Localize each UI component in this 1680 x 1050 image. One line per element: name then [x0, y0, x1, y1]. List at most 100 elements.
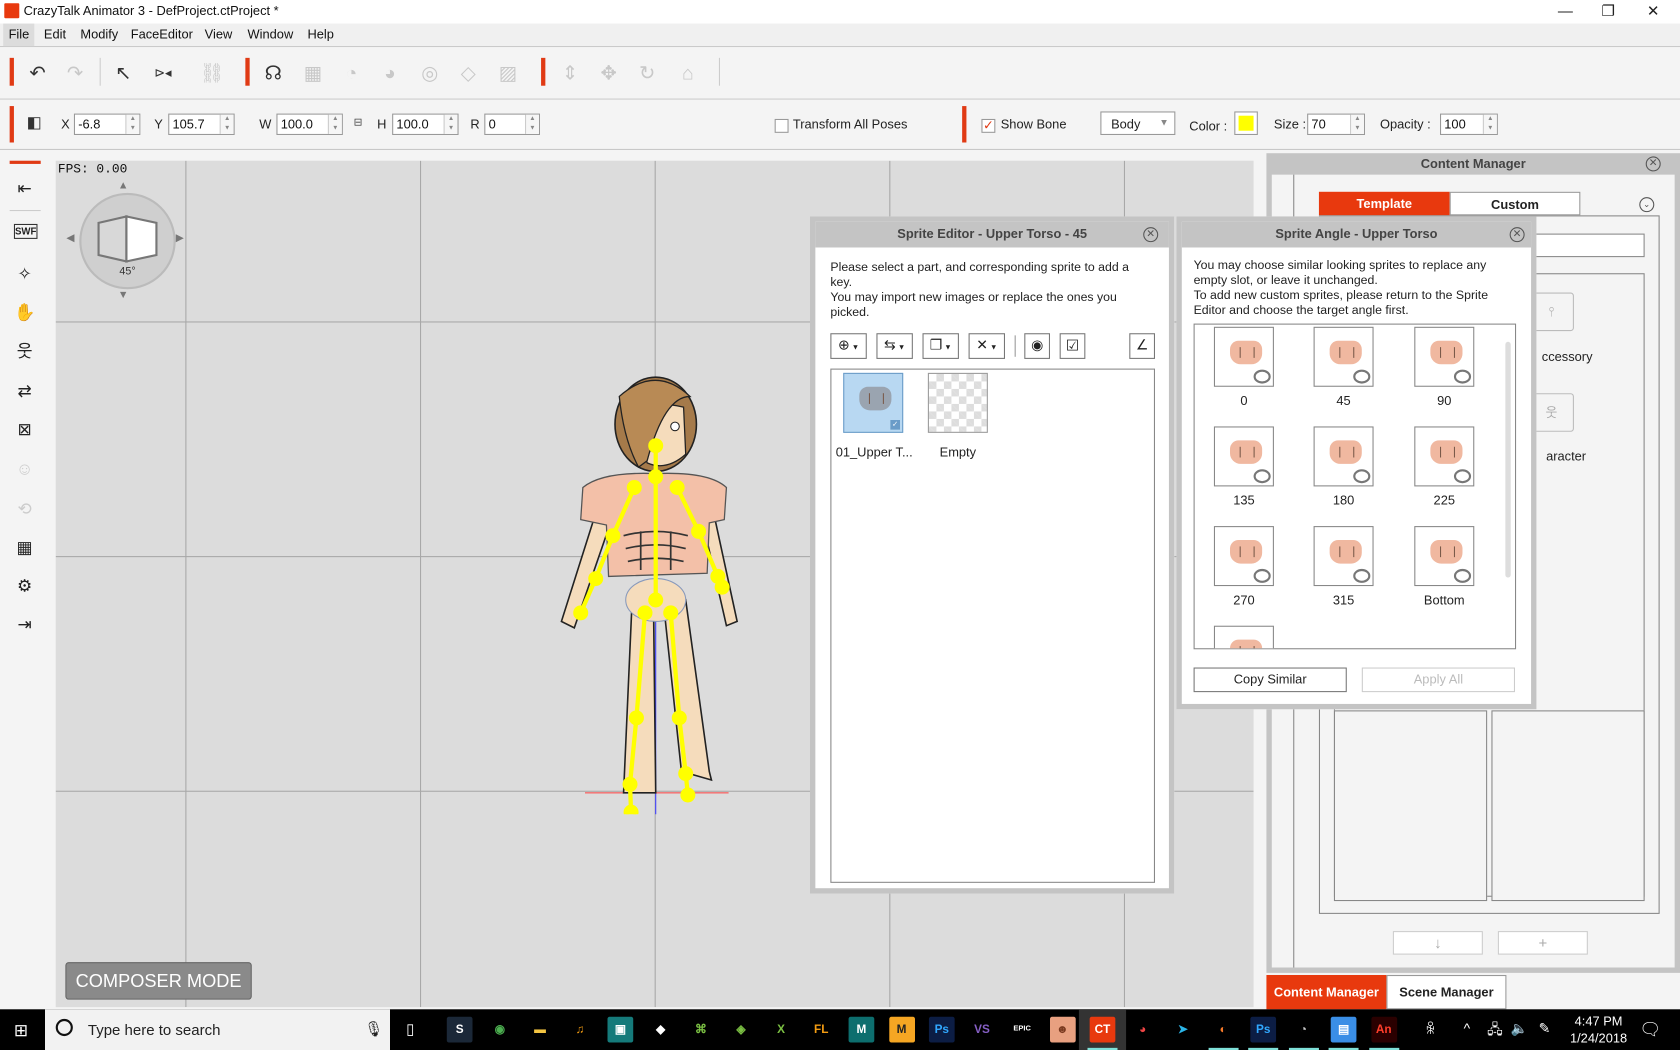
composer-mode-button[interactable]: COMPOSER MODE [65, 962, 252, 1000]
menu-faceeditor[interactable]: FaceEditor [125, 24, 198, 47]
character-folder-label[interactable]: aracter [1546, 449, 1586, 464]
duplicate-sprite-button[interactable]: ❐ ▼ [922, 333, 959, 359]
move-icon[interactable]: ✥ [596, 60, 622, 86]
sprite-grid-icon[interactable]: ▦ [11, 537, 39, 561]
steam-icon[interactable]: S [446, 1016, 473, 1043]
head-grid-icon[interactable]: ☺ [11, 459, 39, 483]
head-profile-icon[interactable]: ◔ [339, 60, 365, 86]
task-view-icon[interactable]: ▯ [406, 1020, 414, 1038]
opacity-stepper[interactable]: ▲ ▼ [1482, 114, 1497, 134]
animate-icon[interactable]: An [1368, 1016, 1399, 1050]
sprite-editor-close-icon[interactable]: ✕ [1143, 227, 1159, 243]
angle-settings-button[interactable]: ∠ [1129, 333, 1156, 359]
content-manager-close-icon[interactable]: ✕ [1645, 156, 1661, 172]
replace-sprite-button[interactable]: ⇆ ▼ [876, 333, 913, 359]
gamepad-app-icon[interactable]: ⌘ [687, 1016, 714, 1043]
photoshop-icon[interactable]: Ps [928, 1016, 955, 1043]
target-app-icon[interactable]: ◈ [728, 1016, 754, 1043]
rotate-down-icon[interactable]: ▼ [118, 289, 129, 301]
apply-all-button[interactable]: Apply All [1361, 667, 1516, 693]
rotate-left-icon[interactable]: ◀ [66, 233, 74, 245]
import-icon[interactable]: ⇥ [11, 614, 39, 638]
home-icon[interactable]: ⌂ [675, 60, 701, 86]
download-button[interactable]: ↓ [1392, 931, 1483, 955]
volume-icon[interactable]: 🔈 [1511, 1020, 1528, 1037]
eye-icon[interactable]: ◎ [417, 60, 443, 86]
magic-wand-icon[interactable]: ✧ [11, 264, 39, 288]
lock-ratio-icon[interactable]: ⊟ [354, 117, 363, 129]
face-puppet-icon[interactable]: ▦ [300, 60, 326, 86]
angle-slot-270[interactable] [1213, 526, 1274, 587]
unity-icon[interactable]: ◆ [647, 1016, 674, 1043]
menu-window[interactable]: Window [242, 24, 298, 47]
audio-app-icon[interactable]: ♫ [567, 1016, 594, 1043]
face-mask-icon[interactable]: ▨ [495, 60, 521, 86]
angle-slot-135[interactable] [1213, 426, 1274, 487]
flip-icon[interactable]: ⊳◂ [150, 60, 176, 86]
face-key-icon[interactable]: ☊ [260, 60, 286, 86]
rotate-sprite-icon[interactable]: ⟲ [11, 498, 39, 522]
tab-custom[interactable]: Custom [1449, 191, 1581, 216]
h-input[interactable]: 100.0 ▲ ▼ [392, 113, 459, 136]
pen-icon[interactable]: ✎ [1539, 1020, 1551, 1037]
mask-pattern-icon[interactable]: ⊠ [11, 419, 39, 443]
face-app-icon[interactable]: ☻ [1049, 1016, 1076, 1043]
x-input[interactable]: -6.8 ▲ ▼ [73, 113, 141, 136]
taskbar-search-box[interactable]: Type here to search 🎙 [45, 1009, 391, 1050]
tray-expand-icon[interactable]: ^ [1464, 1020, 1471, 1036]
rotate-icon[interactable]: ↻ [634, 60, 660, 86]
menu-view[interactable]: View [199, 24, 237, 47]
size-stepper[interactable]: ▲ ▼ [1350, 114, 1364, 134]
sprite-angle-close-icon[interactable]: ✕ [1509, 227, 1525, 243]
angle-slot-315[interactable] [1313, 526, 1374, 587]
delete-sprite-button[interactable]: ✕ ▼ [968, 333, 1006, 359]
accessory-folder-label[interactable]: ccessory [1542, 349, 1593, 364]
clock-date[interactable]: 1/24/2018 [1568, 1031, 1630, 1046]
w-stepper[interactable]: ▲ ▼ [327, 114, 342, 134]
link-icon[interactable]: ⛓ [199, 60, 225, 86]
angle-slot-45[interactable] [1313, 326, 1374, 387]
menu-file[interactable]: File [3, 23, 35, 47]
m-app-icon[interactable]: M [888, 1016, 915, 1043]
body-scale-icon[interactable]: 웃 [11, 341, 39, 365]
epic-games-icon[interactable]: EPIC [1009, 1016, 1036, 1043]
x-stepper[interactable]: ▲ ▼ [125, 114, 140, 134]
show-bone-checkbox[interactable]: ✓ [981, 118, 996, 133]
screen-app-icon[interactable]: ▣ [607, 1016, 634, 1043]
view-angle-dial[interactable]: 45° [79, 192, 176, 290]
tab-scene-manager[interactable]: Scene Manager [1386, 975, 1507, 1010]
redo-icon[interactable]: ↷ [62, 60, 88, 86]
angle-slot-bottom[interactable] [1414, 526, 1475, 587]
bone-color-swatch[interactable] [1234, 111, 1258, 136]
visual-studio-icon[interactable]: VS [969, 1016, 995, 1043]
menu-help[interactable]: Help [302, 24, 339, 47]
sprite-flip-icon[interactable]: ◧ [21, 110, 47, 136]
angle-slot-90[interactable] [1414, 326, 1475, 387]
network-icon[interactable]: 🖧 [1487, 1020, 1503, 1044]
y-stepper[interactable]: ▲ ▼ [219, 114, 234, 134]
windows-start-icon[interactable]: ⊞ [14, 1020, 28, 1041]
add-button[interactable]: + [1497, 931, 1588, 955]
sprite-settings-icon[interactable]: ⚙ [11, 575, 39, 599]
select-arrow-icon[interactable]: ↖ [110, 60, 136, 86]
angle-slot-0[interactable] [1213, 326, 1274, 387]
close-button[interactable]: ✕ [1629, 0, 1678, 24]
clock-time[interactable]: 4:47 PM [1568, 1014, 1630, 1029]
angle-slot-partial[interactable] [1213, 625, 1274, 649]
y-input[interactable]: 105.7 ▲ ▼ [168, 113, 235, 136]
fl-studio-icon[interactable]: FL [808, 1016, 835, 1043]
transform-all-poses-checkbox[interactable] [774, 118, 789, 133]
file-explorer-icon[interactable]: ▬ [527, 1016, 553, 1043]
maya-icon[interactable]: M [848, 1016, 875, 1043]
opacity-input[interactable]: 100 ▲ ▼ [1440, 113, 1498, 136]
crazytalk-icon[interactable]: CT [1087, 1016, 1118, 1050]
menu-edit[interactable]: Edit [39, 24, 72, 47]
undo-icon[interactable]: ↶ [25, 60, 51, 86]
angle-slot-225[interactable] [1414, 426, 1475, 487]
copy-similar-button[interactable]: Copy Similar [1193, 667, 1347, 693]
r-stepper[interactable]: ▲ ▼ [525, 114, 539, 134]
microphone-icon[interactable]: 🎙 [364, 1020, 383, 1038]
move-vertical-icon[interactable]: ⇕ [557, 60, 583, 86]
speaker-app-icon[interactable]: ◔ [1288, 1016, 1319, 1050]
export-swf-icon[interactable]: SWF [13, 223, 38, 239]
